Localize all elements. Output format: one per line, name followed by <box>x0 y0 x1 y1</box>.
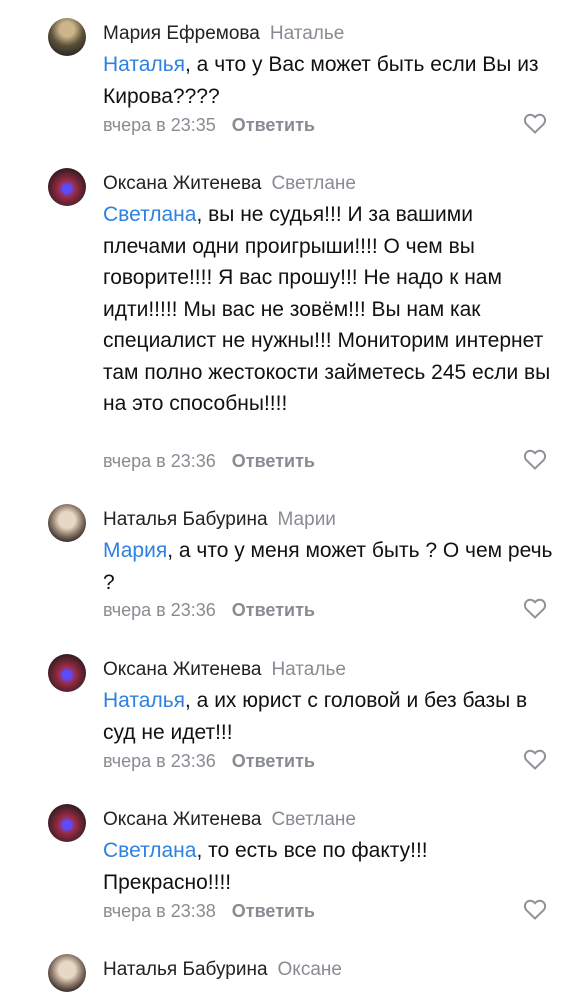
reply-button[interactable]: Ответить <box>232 751 315 771</box>
comment-text: Светлана, то есть все по факту!!! Прекра… <box>103 835 553 898</box>
like-heart-icon[interactable] <box>523 898 547 920</box>
comment-text: Светлана, вы не судья!!! И за вашими пле… <box>103 199 553 420</box>
reply-button[interactable]: Ответить <box>232 115 315 135</box>
timestamp: вчера в 23:38 <box>103 901 216 921</box>
comment-meta: вчера в 23:35 Ответить <box>103 114 315 136</box>
mention-link[interactable]: Мария <box>103 539 167 562</box>
comment-meta: вчера в 23:38 Ответить <box>103 900 315 922</box>
avatar[interactable] <box>48 804 86 842</box>
mention-link[interactable]: Наталья <box>103 689 185 712</box>
avatar[interactable] <box>48 168 86 206</box>
avatar[interactable] <box>48 18 86 56</box>
reply-to-name[interactable]: Наталье <box>270 23 344 44</box>
comment-header: Оксана Житенева Светлане <box>103 172 356 196</box>
author-name[interactable]: Оксана Житенева <box>103 659 261 680</box>
comment-text: Наталья, а их юрист с головой и без базы… <box>103 685 553 748</box>
comment-body: , вы не судья!!! И за вашими плечами одн… <box>103 203 551 415</box>
avatar[interactable] <box>48 504 86 542</box>
comment-text: Мария, а что у меня может быть ? О чем р… <box>103 535 553 598</box>
comment-header: Оксана Житенева Наталье <box>103 658 346 682</box>
author-name[interactable]: Оксана Житенева <box>103 173 261 194</box>
timestamp: вчера в 23:36 <box>103 751 216 771</box>
author-name[interactable]: Оксана Житенева <box>103 809 261 830</box>
comment-header: Наталья Бабурина Оксане <box>103 958 342 982</box>
mention-link[interactable]: Светлана <box>103 839 196 862</box>
comment-header: Наталья Бабурина Марии <box>103 508 336 532</box>
mention-link[interactable]: Светлана <box>103 203 196 226</box>
like-heart-icon[interactable] <box>523 448 547 470</box>
timestamp: вчера в 23:36 <box>103 451 216 471</box>
comment-body: , а что у меня может быть ? О чем речь ? <box>103 539 553 594</box>
reply-to-name[interactable]: Светлане <box>271 809 356 830</box>
author-name[interactable]: Мария Ефремова <box>103 23 260 44</box>
author-name[interactable]: Наталья Бабурина <box>103 509 268 530</box>
comment-text: Наталья, а что у Вас может быть если Вы … <box>103 49 553 112</box>
reply-button[interactable]: Ответить <box>232 600 315 620</box>
reply-to-name[interactable]: Оксане <box>278 959 342 980</box>
reply-to-name[interactable]: Светлане <box>271 173 356 194</box>
comment-meta: вчера в 23:36 Ответить <box>103 599 315 621</box>
timestamp: вчера в 23:35 <box>103 115 216 135</box>
reply-button[interactable]: Ответить <box>232 451 315 471</box>
like-heart-icon[interactable] <box>523 112 547 134</box>
like-heart-icon[interactable] <box>523 597 547 619</box>
avatar[interactable] <box>48 654 86 692</box>
author-name[interactable]: Наталья Бабурина <box>103 959 268 980</box>
comment-header: Мария Ефремова Наталье <box>103 22 344 46</box>
comment-meta: вчера в 23:36 Ответить <box>103 450 315 472</box>
comment-header: Оксана Житенева Светлане <box>103 808 356 832</box>
mention-link[interactable]: Наталья <box>103 53 185 76</box>
reply-to-name[interactable]: Марии <box>278 509 336 530</box>
reply-button[interactable]: Ответить <box>232 901 315 921</box>
avatar[interactable] <box>48 954 86 992</box>
timestamp: вчера в 23:36 <box>103 600 216 620</box>
reply-to-name[interactable]: Наталье <box>271 659 345 680</box>
like-heart-icon[interactable] <box>523 748 547 770</box>
comment-meta: вчера в 23:36 Ответить <box>103 750 315 772</box>
